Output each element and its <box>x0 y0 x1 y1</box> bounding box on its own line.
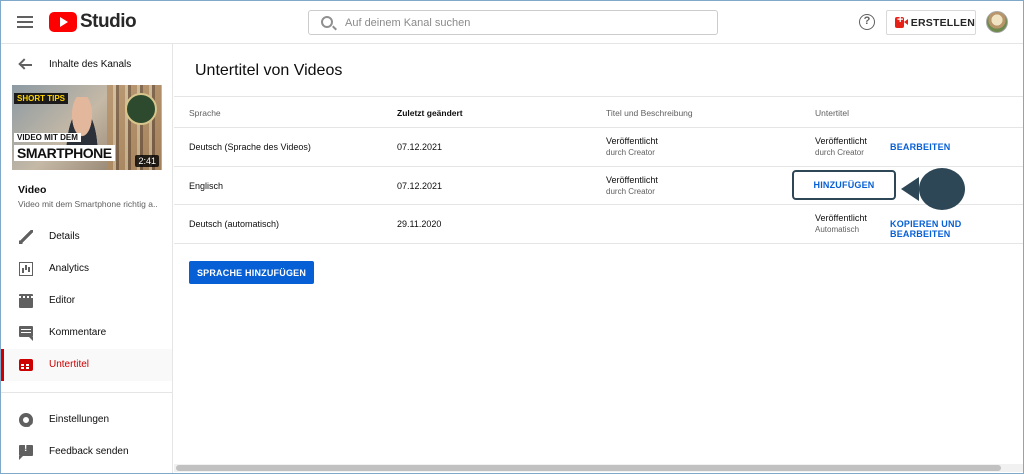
column-header-title-description: Titel und Beschreibung <box>606 108 693 118</box>
comment-icon <box>19 326 33 341</box>
sidebar-item-label: Untertitel <box>49 359 90 370</box>
create-video-icon <box>895 14 908 28</box>
title-status-sub: durch Creator <box>606 186 655 196</box>
thumbnail-title-line1: VIDEO MIT DEM <box>14 133 81 142</box>
title-status-text: Veröffentlicht <box>606 174 658 185</box>
row-date: 29.11.2020 <box>397 219 442 229</box>
back-arrow-icon <box>19 58 33 72</box>
column-header-subtitles: Untertitel <box>815 108 850 118</box>
sidebar-item-label: Einstellungen <box>49 414 110 425</box>
row-title-status: Veröffentlicht durch Creator <box>606 136 658 157</box>
create-label: ERSTELLEN <box>910 16 975 29</box>
video-duration: 2:41 <box>135 155 159 167</box>
row-date: 07.12.2021 <box>397 142 443 152</box>
pointer-circle <box>919 167 965 210</box>
row-subtitle-status: Veröffentlicht durch Creator <box>815 136 867 157</box>
analytics-icon <box>19 262 33 276</box>
row-title-status: Veröffentlicht durch Creator <box>606 175 658 196</box>
sidebar-item-settings[interactable]: Einstellungen <box>1 404 172 436</box>
sidebar-divider <box>1 392 172 393</box>
youtube-play-icon <box>49 12 77 32</box>
title-status-text: Veröffentlicht <box>606 136 658 146</box>
subtitle-status-sub: durch Creator <box>815 148 864 157</box>
column-header-last-modified[interactable]: Zuletzt geändert <box>397 108 463 118</box>
table-row: Deutsch (automatisch) 29.11.2020 Veröffe… <box>174 205 1023 244</box>
avatar[interactable] <box>986 11 1008 33</box>
back-to-channel-content[interactable]: Inhalte des Kanals <box>1 52 172 78</box>
sidebar-item-analytics[interactable]: Analytics <box>1 253 172 285</box>
sidebar-item-comments[interactable]: Kommentare <box>1 317 172 349</box>
table-row: Englisch 07.12.2021 Veröffentlicht durch… <box>174 167 1023 210</box>
page-title: Untertitel von Videos <box>195 62 343 79</box>
film-icon <box>19 294 33 308</box>
horizontal-scrollbar[interactable] <box>174 464 1023 472</box>
back-label: Inhalte des Kanals <box>49 59 132 70</box>
sidebar-item-label: Kommentare <box>49 327 107 338</box>
logo-text: Studio <box>80 11 137 32</box>
search-box <box>308 10 718 35</box>
hamburger-menu-icon[interactable] <box>15 13 35 31</box>
subtitle-status-sub: Automatisch <box>815 225 860 234</box>
search-input[interactable] <box>345 14 705 31</box>
video-heading: Video <box>18 184 47 196</box>
column-header-language: Sprache <box>189 108 221 118</box>
copy-and-edit-button[interactable]: KOPIEREN UND BEARBEITEN <box>890 219 1023 239</box>
sidebar-item-label: Analytics <box>49 263 90 274</box>
add-language-button[interactable]: SPRACHE HINZUFÜGEN <box>189 261 314 284</box>
edit-button[interactable]: BEARBEITEN <box>890 142 951 152</box>
main-content: Untertitel von Videos Sprache Zuletzt ge… <box>174 44 1023 473</box>
pointer-tip <box>901 176 919 201</box>
table-row: Deutsch (Sprache des Videos) 07.12.2021 … <box>174 128 1023 167</box>
pencil-icon <box>19 230 33 244</box>
subtitles-icon <box>19 359 33 371</box>
row-language: Deutsch (automatisch) <box>189 219 280 229</box>
thumbnail-badge: SHORT TIPS <box>14 93 69 104</box>
video-thumbnail[interactable]: SHORT TIPS VIDEO MIT DEM SMARTPHONE 2:41 <box>12 85 162 170</box>
subtitles-table: Sprache Zuletzt geändert Titel und Besch… <box>174 96 1023 244</box>
subtitle-status-text: Veröffentlicht <box>815 136 867 146</box>
sidebar-item-label: Feedback senden <box>49 446 129 457</box>
feedback-icon <box>19 443 33 460</box>
thumbnail-title-line2: SMARTPHONE <box>14 145 115 161</box>
sidebar-item-label: Editor <box>49 295 76 306</box>
sidebar-item-editor[interactable]: Editor <box>1 285 172 317</box>
row-subtitle-status: Veröffentlicht Automatisch <box>815 213 867 234</box>
top-bar: Studio ? ERSTELLEN <box>1 1 1023 44</box>
title-status-sub: durch Creator <box>606 148 655 157</box>
sidebar-item-details[interactable]: Details <box>1 221 172 253</box>
row-language: Englisch <box>189 180 224 191</box>
search-icon[interactable] <box>321 16 333 28</box>
table-header: Sprache Zuletzt geändert Titel und Besch… <box>174 96 1023 128</box>
sidebar: Inhalte des Kanals SHORT TIPS VIDEO MIT … <box>1 44 173 473</box>
scrollbar-thumb[interactable] <box>176 465 1001 471</box>
sidebar-item-subtitles[interactable]: Untertitel <box>1 349 172 381</box>
row-date: 07.12.2021 <box>397 180 443 191</box>
create-button[interactable]: ERSTELLEN <box>886 10 976 35</box>
channel-logo-icon <box>125 93 157 125</box>
sidebar-item-label: Details <box>49 231 80 242</box>
annotation-pointer-arrow <box>901 167 971 210</box>
studio-logo[interactable]: Studio <box>49 11 137 32</box>
subtitle-status-text: Veröffentlicht <box>815 213 867 223</box>
sidebar-item-feedback[interactable]: Feedback senden <box>1 436 172 468</box>
gear-icon <box>19 413 33 427</box>
row-language: Deutsch (Sprache des Videos) <box>189 142 311 152</box>
video-title: Video mit dem Smartphone richtig a... <box>18 199 158 209</box>
add-subtitles-button[interactable]: HINZUFÜGEN <box>792 169 896 200</box>
help-icon[interactable]: ? <box>859 14 875 30</box>
